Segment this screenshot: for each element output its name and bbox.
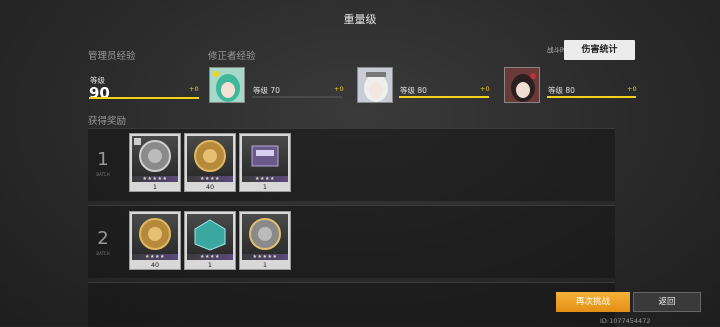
admin-exp-label: 管理员经验 bbox=[88, 51, 136, 62]
exp-book-icon bbox=[242, 136, 288, 176]
character-3-exp-bar bbox=[547, 96, 636, 98]
batch-1-sub: BATCH bbox=[96, 172, 110, 177]
character-portrait-3 bbox=[504, 67, 540, 103]
reward-item[interactable]: ★★★★ 40 bbox=[129, 211, 181, 270]
retry-button[interactable]: 再次挑战 bbox=[556, 292, 630, 312]
gold-medal-core-icon bbox=[132, 214, 178, 254]
page-title: 重量级 bbox=[343, 13, 377, 26]
reward-batch-1: 1 BATCH ★★★★★ 1 ★★★★ 40 ★★★★ 1 bbox=[88, 128, 615, 201]
reward-item[interactable]: ★★★★★ 1 bbox=[129, 133, 181, 192]
item-count: 1 bbox=[207, 261, 213, 269]
admin-exp-gain: +0 bbox=[189, 85, 199, 93]
corrector-exp-label: 修正者经验 bbox=[208, 51, 256, 62]
character-portrait-2 bbox=[357, 67, 393, 103]
item-count: 1 bbox=[152, 183, 158, 191]
reward-item[interactable]: ★★★★ 40 bbox=[184, 133, 236, 192]
admin-exp-bar bbox=[89, 97, 199, 99]
batch-1-number: 1 bbox=[97, 149, 109, 170]
item-count: 1 bbox=[262, 261, 268, 269]
batch-2-sub: BATCH bbox=[96, 251, 110, 256]
reward-batch-2: 2 BATCH ★★★★ 40 ★★★★ 1 ★★★★★ 1 bbox=[88, 205, 615, 278]
item-count: 40 bbox=[205, 183, 215, 191]
item-count: 40 bbox=[150, 261, 160, 269]
admin-level-value: 90 bbox=[89, 84, 110, 102]
character-1-level: 等级 70 bbox=[253, 86, 280, 95]
reward-item[interactable]: ★★★★ 1 bbox=[184, 211, 236, 270]
character-2-gain: +0 bbox=[480, 85, 490, 93]
character-3-gain: +0 bbox=[627, 85, 637, 93]
character-1-avatar-icon bbox=[210, 68, 244, 102]
batch-2-number: 2 bbox=[97, 228, 109, 249]
damage-stats-button[interactable]: 伤害统计 bbox=[564, 40, 635, 60]
back-button[interactable]: 返回 bbox=[633, 292, 701, 312]
character-2-exp-bar bbox=[399, 96, 489, 98]
crystal-cube-icon bbox=[187, 214, 233, 254]
character-2-avatar-icon bbox=[358, 68, 392, 102]
rewards-label: 获得奖励 bbox=[88, 116, 127, 127]
character-1-gain: +0 bbox=[334, 85, 344, 93]
reward-item[interactable]: ★★★★★ 1 bbox=[239, 211, 291, 270]
item-count: 1 bbox=[262, 183, 268, 191]
character-1-exp-bar bbox=[252, 96, 342, 98]
character-3-level: 等级 80 bbox=[548, 86, 575, 95]
gear-core-silver-icon bbox=[132, 136, 178, 176]
gear-core-silver-icon bbox=[242, 214, 288, 254]
reward-item[interactable]: ★★★★ 1 bbox=[239, 133, 291, 192]
character-2-level: 等级 80 bbox=[400, 86, 427, 95]
user-id: ID:1077454472 bbox=[600, 317, 651, 325]
character-portrait-1 bbox=[209, 67, 245, 103]
reward-batch-3-partial bbox=[88, 282, 615, 327]
character-3-avatar-icon bbox=[505, 68, 539, 102]
gold-medal-core-icon bbox=[187, 136, 233, 176]
